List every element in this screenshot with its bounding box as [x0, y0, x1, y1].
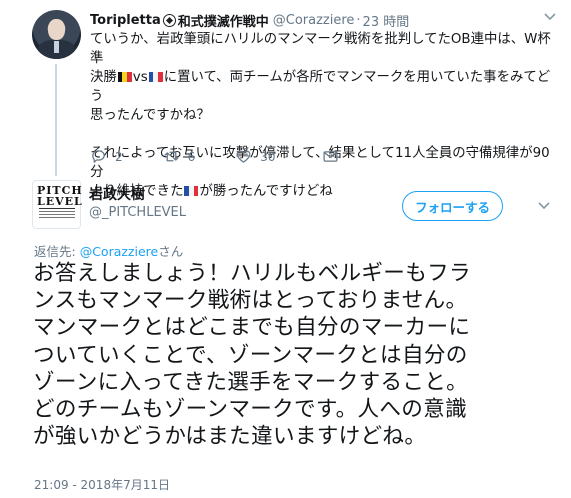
pitchlevel-logo: PITCH LEVEL — [37, 184, 83, 208]
reply-icon — [92, 150, 105, 163]
dm-icon — [323, 151, 338, 162]
parent-tweet-time-sep: · — [356, 12, 361, 28]
main-tweet-text: お答えしましょう！ハリルもベルギーもフラ ンスもマンマーク戦術はとっておりません… — [33, 261, 471, 450]
main-tweet-timestamp[interactable]: 21:09 - 2018年7月11日 — [34, 476, 170, 493]
retweet-button[interactable]: 6 — [163, 148, 196, 165]
parent-tweet[interactable]: Toripletta 和式撲滅作戦中 @Corazziere · 23 時間 て… — [0, 0, 571, 199]
reply-to-prefix: 返信先: — [34, 244, 80, 259]
like-icon — [236, 150, 251, 163]
main-avatar[interactable]: PITCH LEVEL — [32, 180, 83, 229]
parent-text-line2a: 決勝 — [90, 70, 117, 85]
like-button[interactable]: 30 — [235, 148, 276, 165]
parent-avatar[interactable] — [32, 10, 81, 59]
belgium-flag-icon — [117, 72, 132, 82]
reply-button[interactable]: 2 — [90, 148, 123, 165]
parent-text-line6b: が勝ったんですけどね — [199, 184, 333, 199]
caret-down-icon[interactable] — [543, 12, 557, 22]
thread-connector-line — [55, 64, 57, 176]
parent-author-name-suffix[interactable]: 和式撲滅作戦中 — [178, 11, 269, 30]
follow-button[interactable]: フォローする — [402, 191, 503, 221]
parent-text-line1: ていうか、岩政筆頭にハリルのマンマーク戦術を批判してたOB連中は、W杯準 — [90, 32, 551, 66]
parent-tweet-actions: 2 6 30 — [90, 148, 339, 165]
soccer-ball-icon — [162, 13, 176, 27]
france-flag-icon — [148, 72, 163, 82]
reply-to-line: 返信先: @Corazziereさん — [34, 241, 183, 260]
like-count: 30 — [260, 149, 276, 164]
avatar-face — [48, 19, 65, 40]
parent-tweet-header: Toripletta 和式撲滅作戦中 @Corazziere · 23 時間 — [90, 11, 410, 30]
dm-button[interactable] — [322, 148, 339, 165]
main-author-handle[interactable]: @_PITCHLEVEL — [89, 205, 186, 220]
logo-subtext-lines — [39, 208, 75, 222]
france-flag-icon — [184, 186, 199, 196]
parent-tweet-time[interactable]: 23 時間 — [363, 11, 410, 30]
parent-author-name[interactable]: Toripletta — [90, 13, 161, 28]
parent-author-handle[interactable]: @Corazziere — [273, 13, 355, 28]
caret-down-icon[interactable] — [537, 201, 551, 211]
retweet-icon — [164, 151, 179, 162]
reply-to-mention[interactable]: @Corazziere — [80, 244, 159, 259]
retweet-count: 6 — [187, 149, 196, 164]
parent-text-line3: 思ったんですかね？ — [90, 108, 210, 123]
main-author-name[interactable]: 岩政大樹 — [89, 184, 145, 204]
reply-count: 2 — [115, 149, 123, 164]
parent-tweet-text: ていうか、岩政筆頭にハリルのマンマーク戦術を批判してたOB連中は、W杯準 決勝 v… — [90, 30, 558, 201]
parent-text-line2b: vs — [132, 70, 148, 85]
reply-to-suffix: さん — [158, 244, 184, 259]
avatar-tie — [54, 41, 59, 53]
